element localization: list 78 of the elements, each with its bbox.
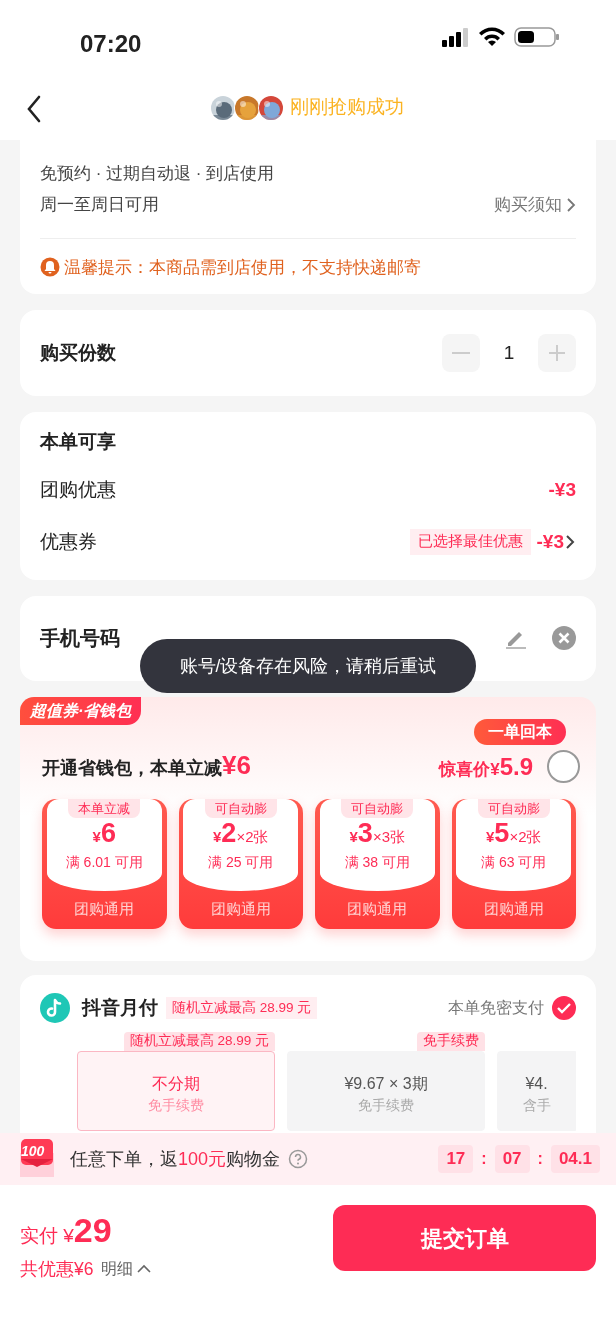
countdown-digits: 07 [494, 1145, 530, 1173]
purchase-status-text: 刚刚抢购成功 [290, 95, 404, 120]
coupon-footer: 团购通用 [483, 898, 544, 921]
option-subtitle: 免手续费 [358, 1096, 414, 1115]
installment-option[interactable]: ¥4. 含手 [497, 1050, 576, 1131]
music-note-icon [40, 992, 70, 1023]
countdown-separator: : [537, 1149, 543, 1169]
wallet-headline: 开通省钱包，本单立减¥6 [42, 748, 251, 782]
coupon-condition: 满 63 可用 [481, 853, 547, 873]
password-free-label: 本单免密支付 [448, 997, 544, 1018]
option-title: 不分期 [152, 1073, 200, 1094]
installment-option[interactable]: ¥9.67 × 3期 免手续费 [287, 1050, 485, 1131]
info-text: 免预约 · 过期自动退 · 到店使用 [40, 163, 276, 185]
detail-link[interactable]: 明细 [101, 1257, 152, 1282]
payment-name: 抖音月付 [82, 995, 158, 1020]
promo-tag: 随机立减最高 28.99 元 [166, 996, 318, 1019]
help-icon[interactable] [288, 1149, 309, 1169]
countdown-digits: 17 [438, 1145, 474, 1173]
coupon-amount: ¥3×3张 [349, 818, 405, 851]
coupon-tag: 可自动膨 [204, 798, 277, 819]
savings-text: 共优惠¥6 [20, 1258, 94, 1281]
coupon-tag: 可自动膨 [341, 798, 414, 819]
back-icon[interactable] [26, 95, 42, 123]
wallet-badge: 超值券·省钱包 [20, 696, 142, 725]
chevron-icon [566, 196, 576, 213]
coupon-footer: 团购通用 [210, 898, 271, 921]
battery-icon [514, 26, 560, 48]
info-text: 周一至周日可用 [40, 194, 159, 216]
caret-icon [137, 1264, 152, 1275]
radio-button[interactable] [547, 750, 580, 784]
coupon-condition: 满 38 可用 [344, 853, 410, 873]
coupon-footer: 团购通用 [347, 898, 408, 921]
discount-value: -¥3 [548, 477, 576, 502]
discount-label: 团购优惠 [40, 477, 116, 502]
discount-label: 优惠券 [40, 529, 97, 554]
coupon-tag: 本单立减 [68, 798, 141, 819]
discount-tag: 已选择最佳优惠 [409, 528, 531, 555]
envelope-icon [18, 1139, 56, 1179]
phone-label: 手机号码 [40, 626, 120, 652]
installment-option[interactable]: 不分期 免手续费 [77, 1050, 275, 1131]
quantity-value: 1 [502, 340, 516, 365]
clear-icon[interactable] [552, 626, 576, 651]
toast-message: 账号/设备存在风险，请稍后重试 [140, 639, 476, 693]
countdown-separator: : [481, 1149, 487, 1169]
signal-icon [442, 27, 470, 47]
plus-icon [548, 343, 566, 362]
wifi-icon [478, 27, 506, 47]
option-badge: 免手续费 [417, 1031, 485, 1051]
discount-value: -¥3 [536, 529, 564, 554]
option-subtitle: 免手续费 [148, 1096, 204, 1115]
bubble-tag: 一单回本 [474, 718, 566, 745]
coupon-amount: ¥2×2张 [213, 818, 269, 851]
coupon-footer: 团购通用 [74, 898, 135, 921]
option-badge: 随机立减最高 28.99 元 [123, 1031, 275, 1051]
special-price: 惊喜价¥5.9 [439, 751, 533, 782]
total-price: 实付 ¥29 [20, 1210, 113, 1251]
chevron-icon[interactable] [564, 532, 576, 551]
coupon-amount: ¥6 [92, 818, 116, 851]
envelope-label: 100 [21, 1142, 45, 1161]
submit-button[interactable]: 提交订单 [333, 1205, 596, 1271]
bell-icon [40, 257, 60, 278]
section-title: 本单可享 [40, 429, 117, 454]
countdown-digits: 04.1 [550, 1145, 600, 1173]
notice-link[interactable]: 购买须知 [494, 191, 576, 218]
option-subtitle: 含手 [522, 1096, 551, 1115]
checkbox[interactable] [552, 995, 576, 1020]
coupon-tag: 可自动膨 [477, 798, 550, 819]
option-title: ¥4. [525, 1073, 548, 1094]
status-time: 07:20 [80, 29, 142, 59]
tip-text: 温馨提示：本商品需到店使用，不支持快递邮寄 [64, 257, 421, 278]
option-title: ¥9.67 × 3期 [344, 1073, 428, 1094]
check-icon [557, 1001, 571, 1014]
coupon-condition: 满 25 可用 [208, 853, 274, 873]
coupon-amount: ¥5×2张 [486, 818, 542, 851]
promo-text: 任意下单，返100元购物金 [70, 1147, 281, 1171]
coupon-condition: 满 6.01 可用 [65, 853, 143, 873]
quantity-label: 购买份数 [40, 340, 116, 365]
minus-icon [452, 351, 470, 354]
